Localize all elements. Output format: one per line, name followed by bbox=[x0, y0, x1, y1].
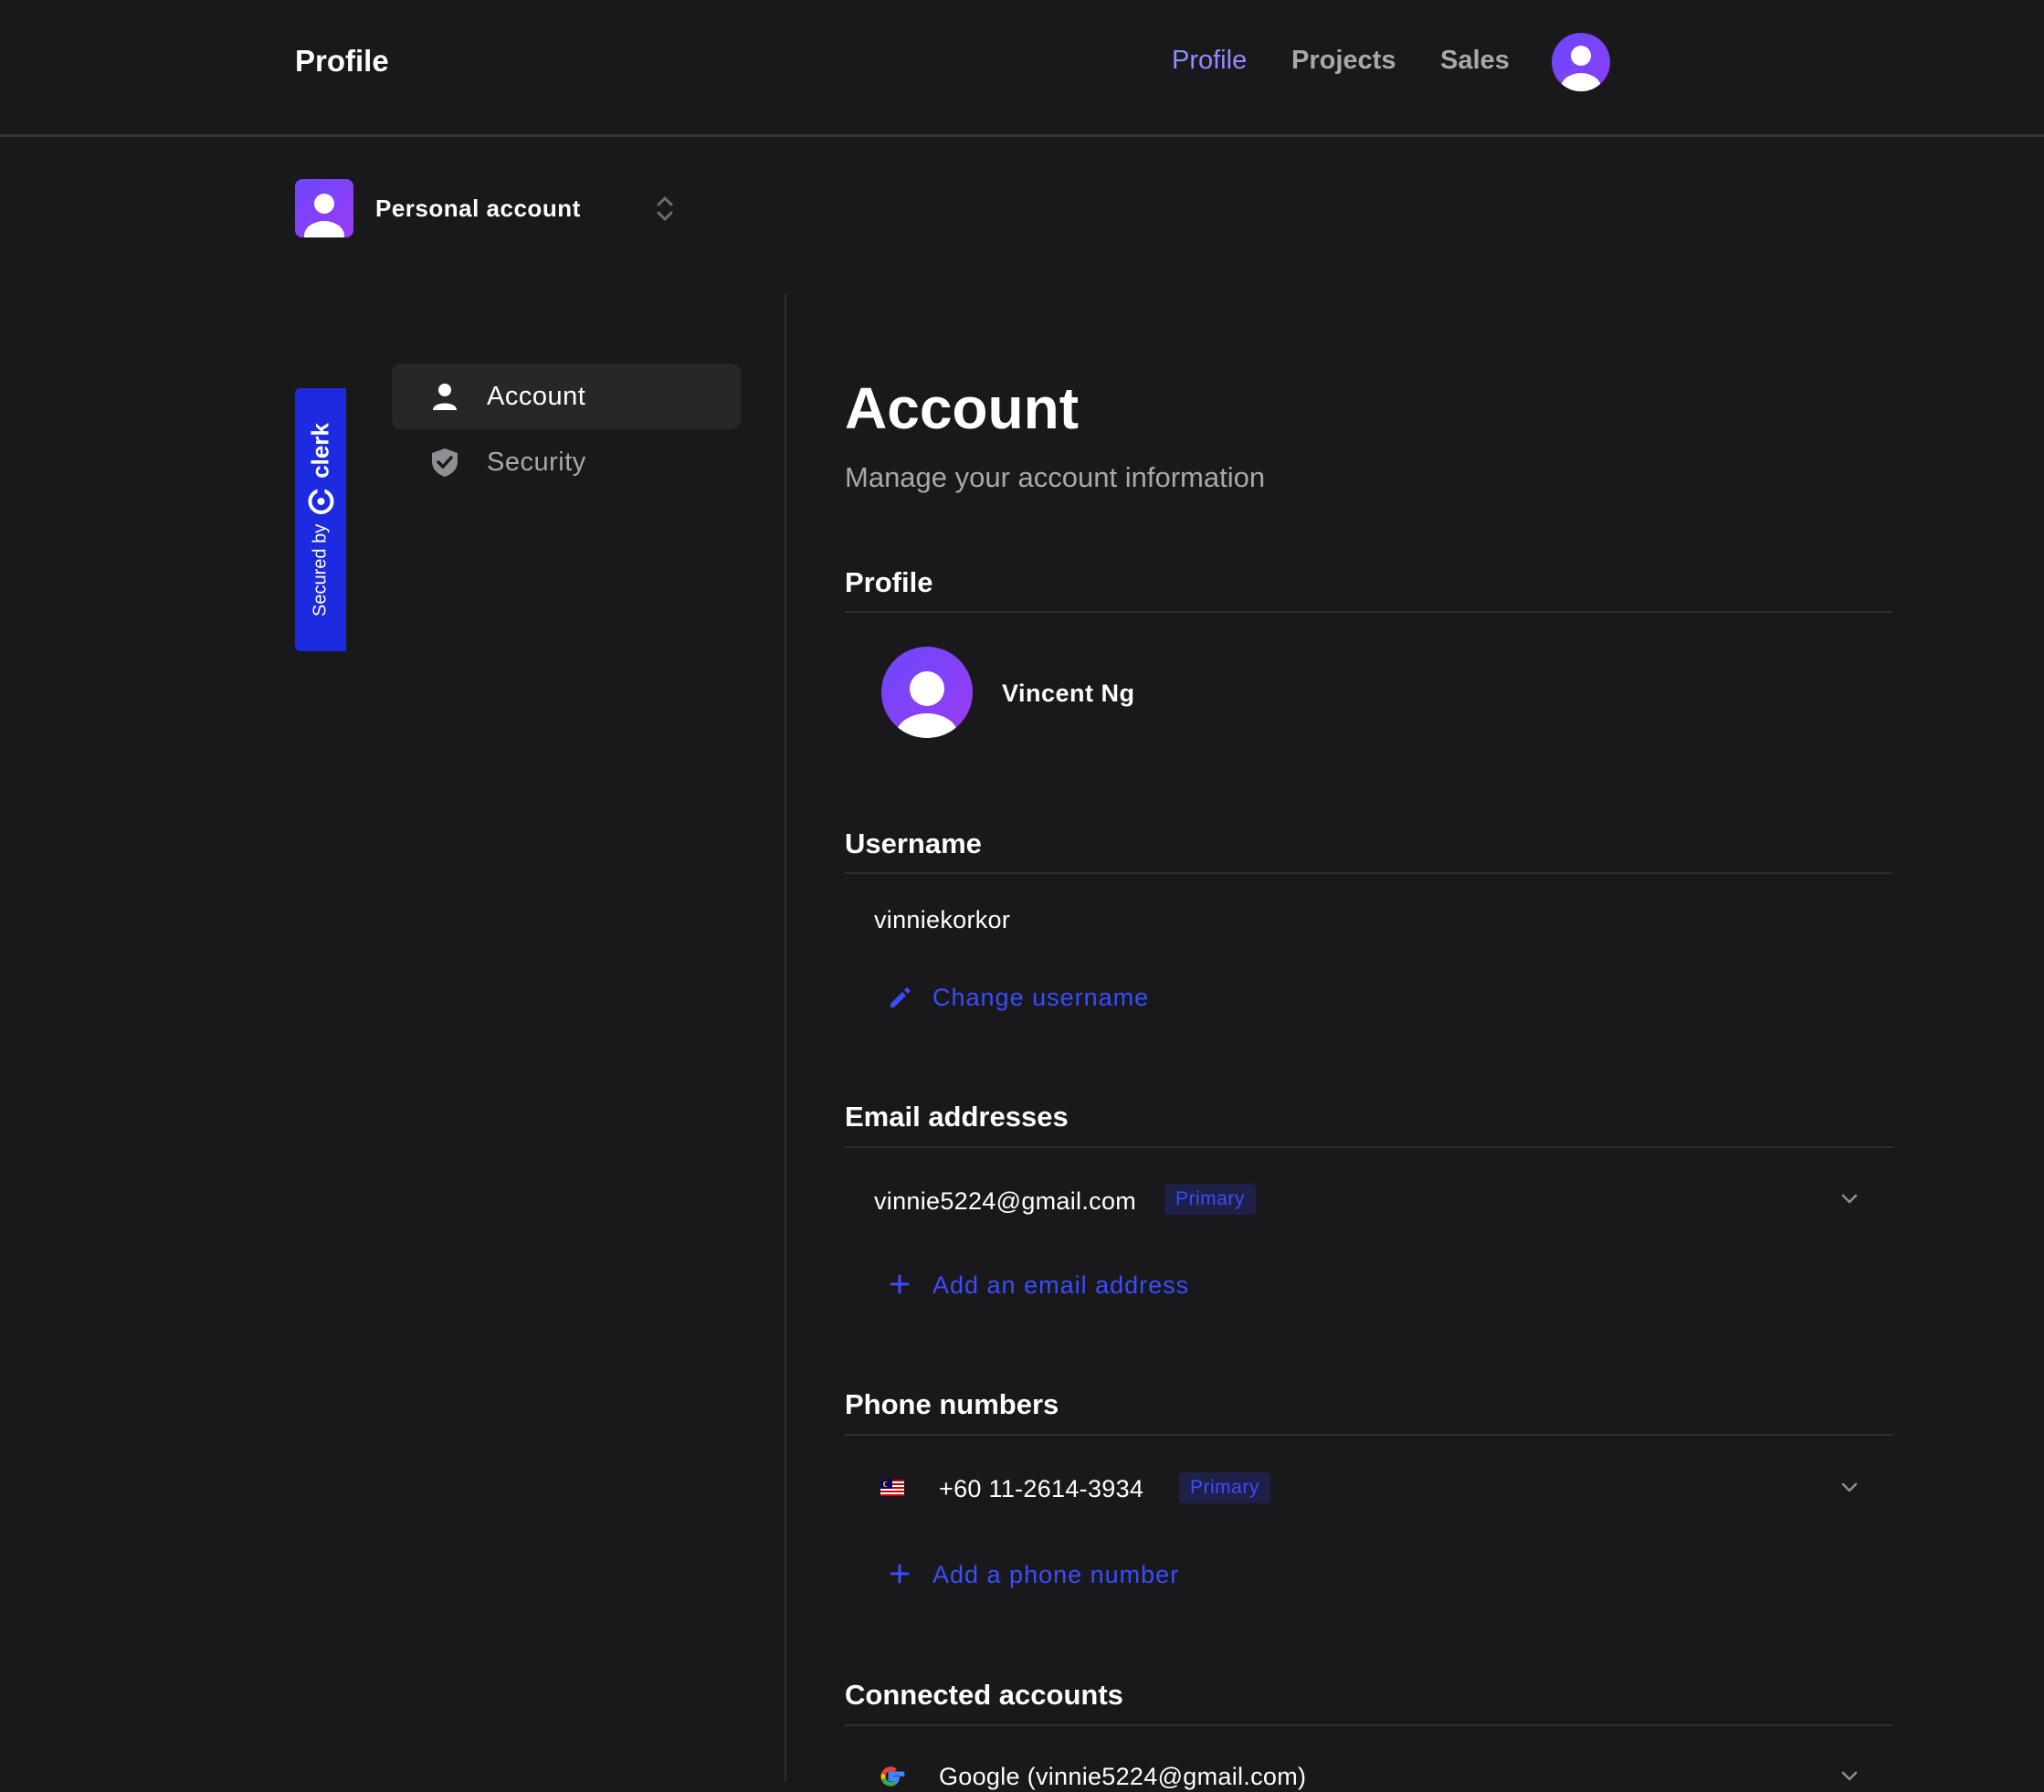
section-divider bbox=[845, 872, 1893, 874]
clerk-brand: clerk bbox=[306, 423, 334, 479]
username-value: vinniekorkor bbox=[874, 906, 1011, 933]
section-divider bbox=[845, 1146, 1893, 1148]
secured-by-label: Secured by bbox=[310, 523, 331, 617]
org-name: Personal account bbox=[375, 195, 581, 222]
malaysia-flag-icon bbox=[880, 1480, 904, 1496]
email-section-title: Email addresses bbox=[845, 1101, 1069, 1133]
section-divider bbox=[845, 1724, 1893, 1726]
app-title[interactable]: Profile bbox=[295, 44, 389, 79]
user-profile-card bbox=[345, 294, 1989, 1781]
section-divider bbox=[845, 611, 1893, 613]
user-menu-avatar[interactable] bbox=[1552, 33, 1610, 91]
org-avatar bbox=[295, 179, 353, 237]
sidebar-item-label: Security bbox=[487, 448, 586, 477]
sidebar-divider bbox=[785, 294, 786, 1781]
chevron-down-icon[interactable] bbox=[1836, 1474, 1863, 1502]
user-icon bbox=[433, 384, 457, 410]
phone-section-title: Phone numbers bbox=[845, 1388, 1059, 1420]
nav-projects[interactable]: Projects bbox=[1291, 46, 1396, 76]
change-username-button[interactable]: Change username bbox=[932, 984, 1149, 1012]
add-email-button[interactable]: Add an email address bbox=[932, 1271, 1189, 1300]
chevron-down-icon[interactable] bbox=[1836, 1763, 1863, 1790]
plus-icon bbox=[890, 1274, 910, 1294]
organization-switcher[interactable]: Personal account bbox=[295, 179, 679, 237]
phone-value[interactable]: +60 11-2614-3934 bbox=[939, 1475, 1143, 1503]
connected-account-value[interactable]: Google (vinnie5224@gmail.com) bbox=[939, 1763, 1306, 1791]
page-title: Account bbox=[845, 375, 1079, 441]
top-navbar: Profile Profile Projects Sales bbox=[0, 0, 2044, 137]
clerk-logo-icon bbox=[308, 487, 333, 514]
user-avatar-icon bbox=[896, 671, 958, 738]
email-value[interactable]: vinnie5224@gmail.com bbox=[874, 1187, 1136, 1216]
user-avatar-icon bbox=[304, 194, 344, 237]
pencil-icon bbox=[890, 987, 911, 1007]
add-phone-button[interactable]: Add a phone number bbox=[932, 1561, 1179, 1589]
plus-icon bbox=[890, 1564, 910, 1584]
primary-badge: Primary bbox=[1164, 1184, 1256, 1215]
section-divider bbox=[845, 1434, 1893, 1436]
sidebar-item-account[interactable]: Account bbox=[392, 364, 741, 429]
chevron-down-icon[interactable] bbox=[1836, 1186, 1863, 1213]
nav-profile[interactable]: Profile bbox=[1172, 46, 1247, 76]
nav-sales[interactable]: Sales bbox=[1440, 46, 1510, 76]
profile-name: Vincent Ng bbox=[1002, 680, 1135, 707]
profile-avatar[interactable] bbox=[881, 647, 973, 738]
primary-badge: Primary bbox=[1179, 1472, 1270, 1503]
secured-by-clerk-badge[interactable]: Secured by clerk bbox=[295, 388, 346, 651]
page-subtitle: Manage your account information bbox=[845, 461, 1266, 493]
google-icon bbox=[880, 1766, 905, 1787]
user-avatar-icon bbox=[1561, 46, 1601, 91]
shield-check-icon bbox=[432, 448, 458, 477]
sidebar-item-security[interactable]: Security bbox=[392, 429, 741, 495]
chevron-up-down-icon bbox=[657, 196, 673, 221]
username-section-title: Username bbox=[845, 827, 982, 859]
connected-accounts-section-title: Connected accounts bbox=[845, 1679, 1123, 1711]
profile-section-title: Profile bbox=[845, 566, 933, 598]
sidebar-item-label: Account bbox=[487, 382, 586, 411]
